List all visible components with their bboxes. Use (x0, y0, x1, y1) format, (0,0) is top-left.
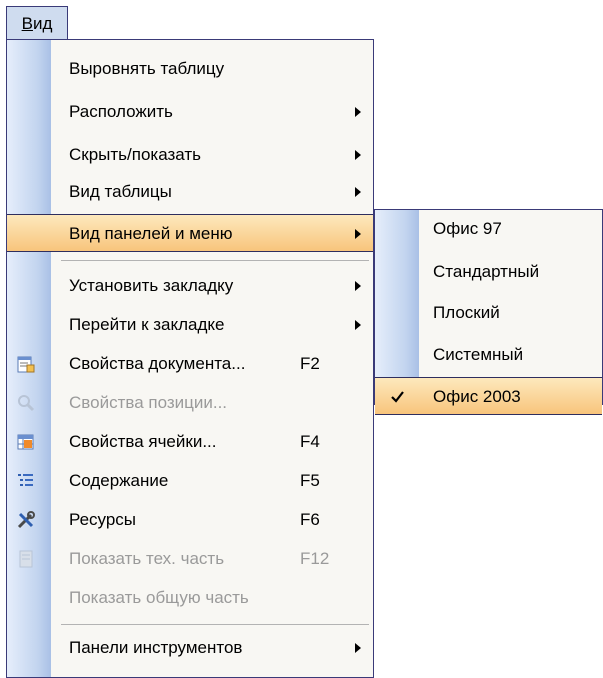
menu-item-label: Перейти к закладке (69, 315, 225, 334)
menu-item-label: Расположить (69, 102, 173, 121)
menu-view[interactable]: Вид (6, 6, 68, 40)
menu-item-cell-properties[interactable]: Свойства ячейки... F4 (7, 423, 373, 461)
menu-item-show-general-part: Показать общую часть (7, 579, 373, 617)
submenu-arrow-icon (355, 150, 361, 160)
menu-item-label: Офис 2003 (433, 387, 521, 406)
menu-item-align-table[interactable]: Выровнять таблицу (7, 50, 373, 88)
menu-item-label: Свойства ячейки... (69, 432, 217, 451)
menu-separator (61, 260, 369, 261)
submenu-arrow-icon (355, 187, 361, 197)
menu-item-table-view[interactable]: Вид таблицы (7, 173, 373, 211)
menu-item-position-properties: Свойства позиции... (7, 384, 373, 422)
menu-item-label: Показать общую часть (69, 588, 249, 607)
cell-properties-icon (17, 434, 34, 450)
menu-item-label: Показать тех. часть (69, 549, 225, 568)
menu-view-label: ид (32, 14, 53, 33)
menu-item-label: Скрыть/показать (69, 145, 202, 164)
contents-icon (18, 474, 33, 486)
menu-item-label: Ресурсы (69, 510, 137, 529)
menu-item-shortcut: F2 (300, 354, 320, 373)
menu-item-resources[interactable]: Ресурсы F6 (7, 501, 373, 539)
submenu-arrow-icon (355, 229, 361, 239)
menu-item-label: Системный (433, 345, 524, 364)
menu-item-go-to-bookmark[interactable]: Перейти к закладке (7, 306, 373, 344)
menu-item-label: Свойства позиции... (69, 393, 228, 412)
menu-item-show-technical-part: Показать тех. часть F12 (7, 540, 373, 578)
menu-item-label: Плоский (433, 303, 500, 322)
panels-and-menus-submenu: Офис 97 Стандартный Плоский Системный Оф… (374, 209, 603, 415)
submenu-arrow-icon (355, 320, 361, 330)
submenu-arrow-icon (355, 643, 361, 653)
submenu-item-system[interactable]: Системный (375, 336, 602, 374)
menu-item-label: Установить закладку (69, 276, 234, 295)
submenu-item-office-97[interactable]: Офис 97 (375, 210, 602, 248)
menu-item-label: Вид таблицы (69, 182, 172, 201)
menu-item-contents[interactable]: Содержание F5 (7, 462, 373, 500)
submenu-arrow-icon (355, 107, 361, 117)
menu-item-label: Офис 97 (433, 219, 502, 238)
menu-item-hide-show[interactable]: Скрыть/показать (7, 136, 373, 174)
menu-item-shortcut: F12 (300, 549, 330, 568)
menu-item-label: Панели инструментов (69, 638, 243, 657)
resources-tools-icon (17, 511, 35, 529)
menu-item-set-bookmark[interactable]: Установить закладку (7, 267, 373, 305)
menu-separator (61, 624, 369, 625)
submenu-item-standard[interactable]: Стандартный (375, 253, 602, 291)
technical-part-icon (19, 550, 33, 568)
menu-item-shortcut: F4 (300, 432, 320, 451)
menu-item-panels-and-menus-view[interactable]: Вид панелей и меню (7, 214, 373, 252)
view-menu-dropdown: Выровнять таблицу Расположить Скрыть/пок… (6, 39, 374, 678)
menu-view-accelerator: В (21, 14, 33, 33)
menu-item-label: Стандартный (433, 262, 540, 281)
checkmark-icon (391, 391, 404, 403)
submenu-item-flat[interactable]: Плоский (375, 294, 602, 332)
menu-item-arrange[interactable]: Расположить (7, 93, 373, 131)
menu-item-label: Свойства документа... (69, 354, 246, 373)
position-properties-icon (18, 395, 35, 412)
menu-item-shortcut: F6 (300, 510, 320, 529)
submenu-item-office-2003[interactable]: Офис 2003 (375, 377, 602, 415)
submenu-arrow-icon (355, 281, 361, 291)
menu-item-document-properties[interactable]: Свойства документа... F2 (7, 345, 373, 383)
menu-item-toolbars[interactable]: Панели инструментов (7, 629, 373, 667)
menu-item-shortcut: F5 (300, 471, 320, 490)
menu-item-label: Вид панелей и меню (69, 224, 233, 243)
menu-item-label: Содержание (69, 471, 169, 490)
menu-item-label: Выровнять таблицу (69, 59, 225, 78)
document-properties-icon (17, 356, 35, 373)
